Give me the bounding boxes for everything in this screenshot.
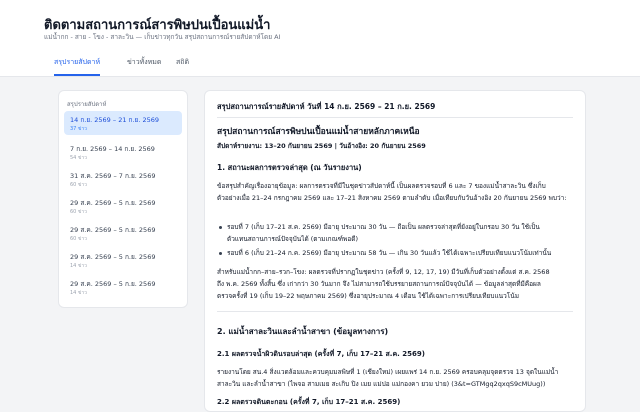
section-1-paragraph: ตรวจครั้งที่ 19 (เก็บ 19–22 พฤษภาคม 2569… — [217, 292, 519, 300]
sidebar-heading: สรุปรายสัปดาห์ — [67, 101, 107, 108]
week-item[interactable]: 29 ส.ค. 2569 – 5 ก.ย. 2569 60 ข่าว — [64, 194, 182, 218]
bullet-item: รอบที่ 6 (เก็บ 21–24 ก.ค. 2569) มีอายุ ป… — [227, 249, 552, 257]
week-range: 7 ก.ย. 2569 – 14 ก.ย. 2569 — [70, 145, 155, 153]
week-item[interactable]: 29 ส.ค. 2569 – 5 ก.ย. 2569 14 ข่าว — [64, 275, 182, 299]
week-news-count: 37 ข่าว — [70, 126, 87, 132]
week-range: 29 ส.ค. 2569 – 5 ก.ย. 2569 — [70, 199, 156, 207]
tab-statistics[interactable]: สถิติ — [176, 50, 189, 74]
week-news-count: 54 ข่าว — [70, 155, 87, 161]
week-news-count: 60 ข่าว — [70, 209, 87, 215]
section-2-heading: 2. แม่น้ำสาละวินและลำน้ำสาขา (ข้อมูลทางก… — [217, 327, 389, 336]
app-header: ติดตามสถานการณ์สารพิษปนเปื้อนแม่น้ำ แม่น… — [0, 0, 640, 77]
bullet — [219, 252, 222, 255]
bullet — [219, 226, 222, 229]
section-1-heading: 1. สถานะผลการตรวจล่าสุด (ณ วันรายงาน) — [217, 163, 362, 172]
week-item[interactable]: 14 ก.ย. 2569 – 21 ก.ย. 2569 37 ข่าว — [64, 111, 182, 135]
section-1-paragraph: ตัวอย่างเมื่อ 21–24 กรกฎาคม 2569 และ 17–… — [217, 194, 567, 202]
section-1-paragraph: สำหรับแม่น้ำกก–สาย–รวก–โขง: ผลตรวจที่ปรา… — [217, 268, 550, 276]
summary-panel: สรุปสถานการณ์รายสัปดาห์ วันที่ 14 ก.ย. 2… — [204, 90, 586, 412]
week-news-count: 14 ข่าว — [70, 290, 87, 296]
bullet-item: รอบที่ 7 (เก็บ 17–21 ส.ค. 2569) มีอายุ ป… — [227, 223, 540, 231]
section-2-2-heading: 2.2 ผลตรวจดินตะกอน (ครั้งที่ 7, เก็บ 17–… — [217, 398, 401, 406]
section-2-1-paragraph: สาละวิน และลำน้ำสาขา (ไพจอ สามเมย สะเกิบ… — [217, 380, 546, 388]
week-news-count: 60 ข่าว — [70, 236, 87, 242]
week-item[interactable]: 7 ก.ย. 2569 – 14 ก.ย. 2569 54 ข่าว — [64, 140, 182, 164]
tab-all-news[interactable]: ข่าวทั้งหมด — [127, 50, 161, 74]
summary-heading: สรุปสถานการณ์รายสัปดาห์ วันที่ 14 ก.ย. 2… — [217, 102, 436, 111]
summary-title: สรุปสถานการณ์สารพิษปนเปื้อนแม่น้ำสายหลัก… — [217, 127, 420, 137]
week-range: 29 ส.ค. 2569 – 5 ก.ย. 2569 — [70, 253, 156, 261]
week-item[interactable]: 29 ส.ค. 2569 – 5 ก.ย. 2569 14 ข่าว — [64, 248, 182, 272]
week-range: 14 ก.ย. 2569 – 21 ก.ย. 2569 — [70, 116, 160, 124]
tab-weekly-summary[interactable]: สรุปรายสัปดาห์ — [54, 50, 101, 76]
app-subtitle: แม่น้ำกก - สาย - โขง - สาละวิน — เก็บข่า… — [44, 33, 281, 41]
bullet-item: ตัวแทนสถานการณ์ปัจจุบันได้ (ตามเกณฑ์พอดี… — [227, 235, 358, 243]
section-1-paragraph: ข้อสรุปสำคัญเรื่องอายุข้อมูล: ผลการตรวจท… — [217, 182, 546, 190]
report-period: สัปดาห์รายงาน: 13–20 กันยายน 2569 | วันอ… — [217, 142, 426, 150]
week-range: 31 ส.ค. 2569 – 7 ก.ย. 2569 — [70, 172, 156, 180]
divider — [217, 311, 573, 312]
week-item[interactable]: 31 ส.ค. 2569 – 7 ก.ย. 2569 60 ข่าว — [64, 167, 182, 191]
section-1-paragraph: ถึง พ.ค. 2569 ทั้งสิ้น ซึ่ง เก่ากว่า 30 … — [217, 280, 541, 288]
week-item[interactable]: 29 ส.ค. 2569 – 5 ก.ย. 2569 60 ข่าว — [64, 221, 182, 245]
section-2-1-heading: 2.1 ผลตรวจน้ำผิวดินรอบล่าสุด (ครั้งที่ 7… — [217, 350, 425, 358]
section-2-1-paragraph: รายงานโดย สน.4 สิ่งแวดล้อมและควบคุมมลพิษ… — [217, 368, 559, 376]
week-news-count: 60 ข่าว — [70, 182, 87, 188]
week-range: 29 ส.ค. 2569 – 5 ก.ย. 2569 — [70, 280, 156, 288]
week-news-count: 14 ข่าว — [70, 263, 87, 269]
week-range: 29 ส.ค. 2569 – 5 ก.ย. 2569 — [70, 226, 156, 234]
week-list-sidebar: สรุปรายสัปดาห์ 14 ก.ย. 2569 – 21 ก.ย. 25… — [58, 90, 188, 308]
divider — [217, 117, 573, 118]
